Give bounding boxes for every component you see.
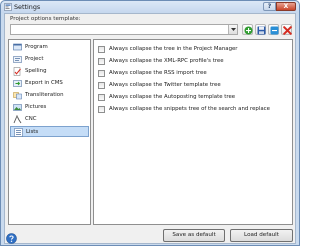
sidebar-item-label: Spelling: [25, 68, 47, 74]
window-title: Settings: [14, 3, 41, 11]
window-close-button[interactable]: X: [276, 2, 296, 11]
help-icon: ?: [267, 3, 272, 10]
option-label: Always collapse the tree in the Project …: [109, 46, 238, 52]
option-collapse-xml-rpc[interactable]: Always collapse the XML-RPC profile's tr…: [98, 57, 292, 66]
settings-category-list: Program Project Spelling Export in CMS T…: [8, 39, 91, 225]
dialog-body: Project options template: Program Projec…: [4, 13, 296, 244]
export-cms-icon: [13, 80, 22, 87]
option-collapse-autoposting-template[interactable]: Always collapse the Autoposting template…: [98, 93, 292, 102]
load-default-button[interactable]: Load default: [230, 229, 293, 242]
option-checkbox[interactable]: [98, 106, 105, 113]
options-panel: Always collapse the tree in the Project …: [93, 39, 293, 225]
option-label: Always collapse the XML-RPC profile's tr…: [109, 58, 224, 64]
sidebar-item-cnc[interactable]: CNC: [10, 114, 89, 125]
option-label: Always collapse the Twitter template tre…: [109, 82, 221, 88]
sidebar-item-label: Program: [25, 44, 48, 50]
settings-window: Settings ? X Project options template: P…: [0, 0, 300, 246]
sidebar-item-pictures[interactable]: Pictures: [10, 102, 89, 113]
sidebar-item-label: CNC: [25, 116, 37, 122]
close-icon: X: [283, 3, 289, 10]
cnc-icon: [13, 115, 22, 124]
sidebar-item-label: Project: [25, 56, 44, 62]
option-label: Always collapse the snippets tree of the…: [109, 106, 270, 112]
sidebar-item-transliteration[interactable]: Transliteration: [10, 90, 89, 101]
add-icon: [244, 26, 253, 35]
transliteration-icon: [13, 92, 22, 100]
sidebar-item-label: Export in CMS: [25, 80, 63, 86]
sidebar-item-project[interactable]: Project: [10, 54, 89, 65]
lists-icon: [14, 128, 23, 137]
template-combobox[interactable]: [10, 24, 238, 35]
option-collapse-twitter-template[interactable]: Always collapse the Twitter template tre…: [98, 81, 292, 90]
sidebar-item-spelling[interactable]: Spelling: [10, 66, 89, 77]
save-template-button[interactable]: [255, 24, 266, 35]
delete-template-button[interactable]: [281, 24, 292, 35]
option-checkbox[interactable]: [98, 94, 105, 101]
floppy-disk-icon: [257, 26, 266, 35]
window-help-button[interactable]: ?: [263, 2, 276, 11]
program-icon: [13, 43, 22, 51]
sidebar-item-label: Pictures: [25, 104, 47, 110]
option-collapse-snippets-tree[interactable]: Always collapse the snippets tree of the…: [98, 105, 292, 114]
delete-x-icon: [283, 26, 292, 35]
option-checkbox[interactable]: [98, 46, 105, 53]
pictures-icon: [13, 104, 22, 111]
option-collapse-project-manager[interactable]: Always collapse the tree in the Project …: [98, 45, 292, 54]
option-collapse-rss-import[interactable]: Always collapse the RSS import tree: [98, 69, 292, 78]
template-label: Project options template:: [10, 16, 81, 22]
duplicate-template-button[interactable]: [268, 24, 279, 35]
sidebar-item-label: Transliteration: [25, 92, 64, 98]
spelling-icon: [13, 67, 21, 76]
chevron-down-icon: [231, 28, 236, 31]
project-icon: [13, 56, 22, 63]
option-checkbox[interactable]: [98, 70, 105, 77]
option-checkbox[interactable]: [98, 58, 105, 65]
sidebar-item-program[interactable]: Program: [10, 42, 89, 53]
option-label: Always collapse the RSS import tree: [109, 70, 207, 76]
template-dropdown-arrow[interactable]: [228, 25, 237, 34]
sidebar-item-export-in-cms[interactable]: Export in CMS: [10, 78, 89, 89]
sidebar-item-lists[interactable]: Lists: [10, 126, 89, 137]
help-icon[interactable]: [6, 233, 17, 244]
add-template-button[interactable]: [242, 24, 253, 35]
sidebar-item-label: Lists: [26, 129, 39, 135]
settings-app-icon: [4, 3, 12, 11]
minus-icon: [270, 26, 279, 35]
option-label: Always collapse the Autoposting template…: [109, 94, 236, 100]
save-as-default-button[interactable]: Save as default: [163, 229, 225, 242]
option-checkbox[interactable]: [98, 82, 105, 89]
title-bar: Settings ? X: [1, 1, 299, 13]
